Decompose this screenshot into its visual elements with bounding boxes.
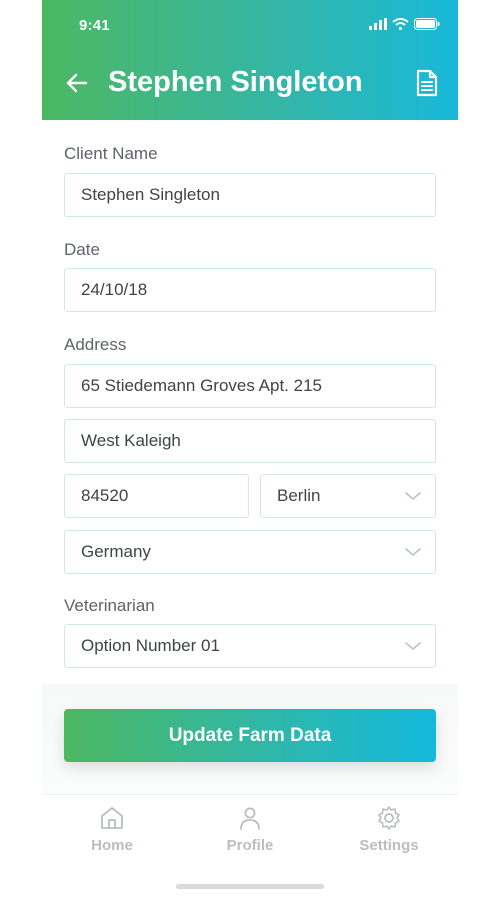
tab-profile-label: Profile xyxy=(226,837,274,854)
country-select[interactable]: Germany xyxy=(64,530,436,574)
update-farm-data-button[interactable]: Update Farm Data xyxy=(64,709,436,762)
postal-code-field[interactable]: 84520 xyxy=(64,474,249,518)
address-line1-value: 65 Stiedemann Groves Apt. 215 xyxy=(81,376,322,395)
home-indicator xyxy=(176,884,324,889)
veterinarian-value: Option Number 01 xyxy=(81,636,220,655)
wifi-icon xyxy=(392,18,409,30)
status-time: 9:41 xyxy=(79,17,110,34)
tab-home[interactable]: Home xyxy=(62,805,162,854)
arrow-left-icon xyxy=(66,73,88,93)
client-name-label: Client Name xyxy=(64,144,158,163)
document-button[interactable] xyxy=(414,69,440,97)
tab-settings[interactable]: Settings xyxy=(339,805,439,854)
back-button[interactable] xyxy=(64,71,90,95)
address-line1-field[interactable]: 65 Stiedemann Groves Apt. 215 xyxy=(64,364,436,408)
client-name-value: Stephen Singleton xyxy=(81,185,220,204)
date-label: Date xyxy=(64,240,100,259)
tab-home-label: Home xyxy=(91,837,133,854)
address-label: Address xyxy=(64,335,127,354)
country-value: Germany xyxy=(81,542,151,561)
home-icon xyxy=(101,807,123,829)
user-icon xyxy=(240,807,260,830)
tab-settings-label: Settings xyxy=(359,837,419,854)
header-title-row: Stephen Singleton xyxy=(42,60,458,106)
battery-icon xyxy=(414,18,440,30)
chevron-down-icon xyxy=(405,642,421,651)
chevron-down-icon xyxy=(405,548,421,557)
date-value: 24/10/18 xyxy=(81,280,148,299)
address-line2-field[interactable]: West Kaleigh xyxy=(64,419,436,463)
app-screen: 9:41 Stephen Singleton Client Name Steph… xyxy=(42,0,458,900)
address-line2-value: West Kaleigh xyxy=(81,431,181,450)
tab-profile[interactable]: Profile xyxy=(200,805,300,854)
gear-icon xyxy=(378,806,400,830)
status-bar: 9:41 xyxy=(42,0,458,50)
signal-icon xyxy=(369,18,387,30)
chevron-down-icon xyxy=(405,492,421,501)
page-title: Stephen Singleton xyxy=(108,66,363,98)
document-icon xyxy=(416,69,438,97)
veterinarian-label: Veterinarian xyxy=(64,596,155,615)
postal-code-value: 84520 xyxy=(81,486,129,505)
client-name-field[interactable]: Stephen Singleton xyxy=(64,173,436,217)
app-header: 9:41 Stephen Singleton xyxy=(42,0,458,120)
status-icons xyxy=(369,18,440,30)
date-field[interactable]: 24/10/18 xyxy=(64,268,436,312)
city-value: Berlin xyxy=(277,486,321,505)
city-select[interactable]: Berlin xyxy=(260,474,436,518)
veterinarian-select[interactable]: Option Number 01 xyxy=(64,624,436,668)
